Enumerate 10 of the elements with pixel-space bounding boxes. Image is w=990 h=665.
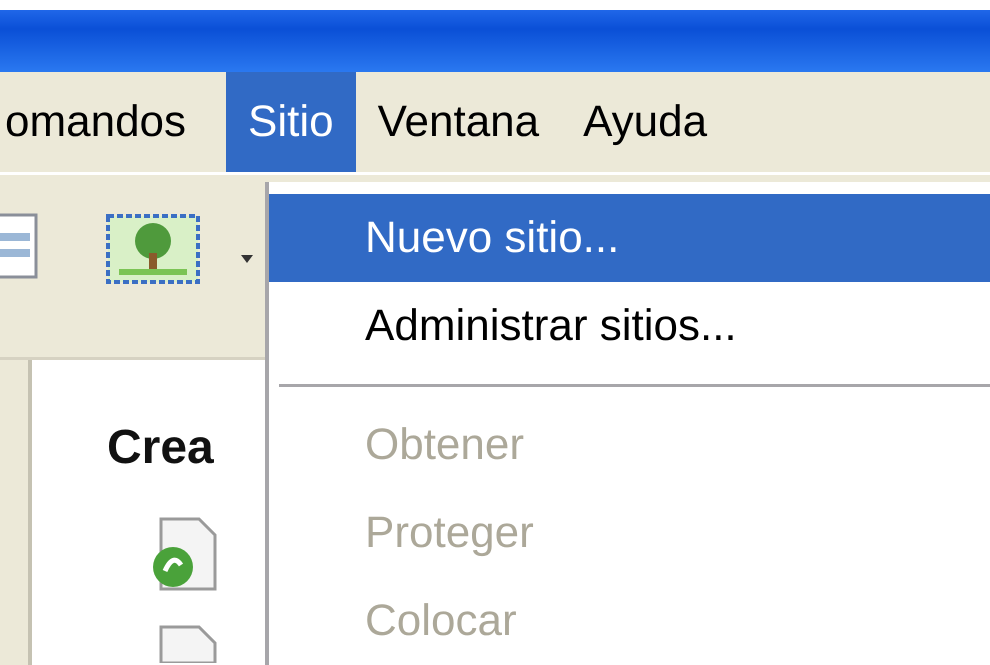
panel-heading: Crea [107,420,214,475]
menu-item[interactable]: Ventana [356,72,562,172]
caret-icon[interactable] [239,253,255,265]
menu-option[interactable]: Nuevo sitio... [269,194,990,282]
menu-item[interactable]: omandos [0,72,226,172]
document-icon[interactable] [0,213,40,279]
menu-option[interactable]: Administrar sitios... [269,282,990,370]
menu-item[interactable]: Sitio [226,72,356,172]
image-icon[interactable] [105,213,201,285]
menu-item[interactable]: Ayuda [561,72,730,172]
